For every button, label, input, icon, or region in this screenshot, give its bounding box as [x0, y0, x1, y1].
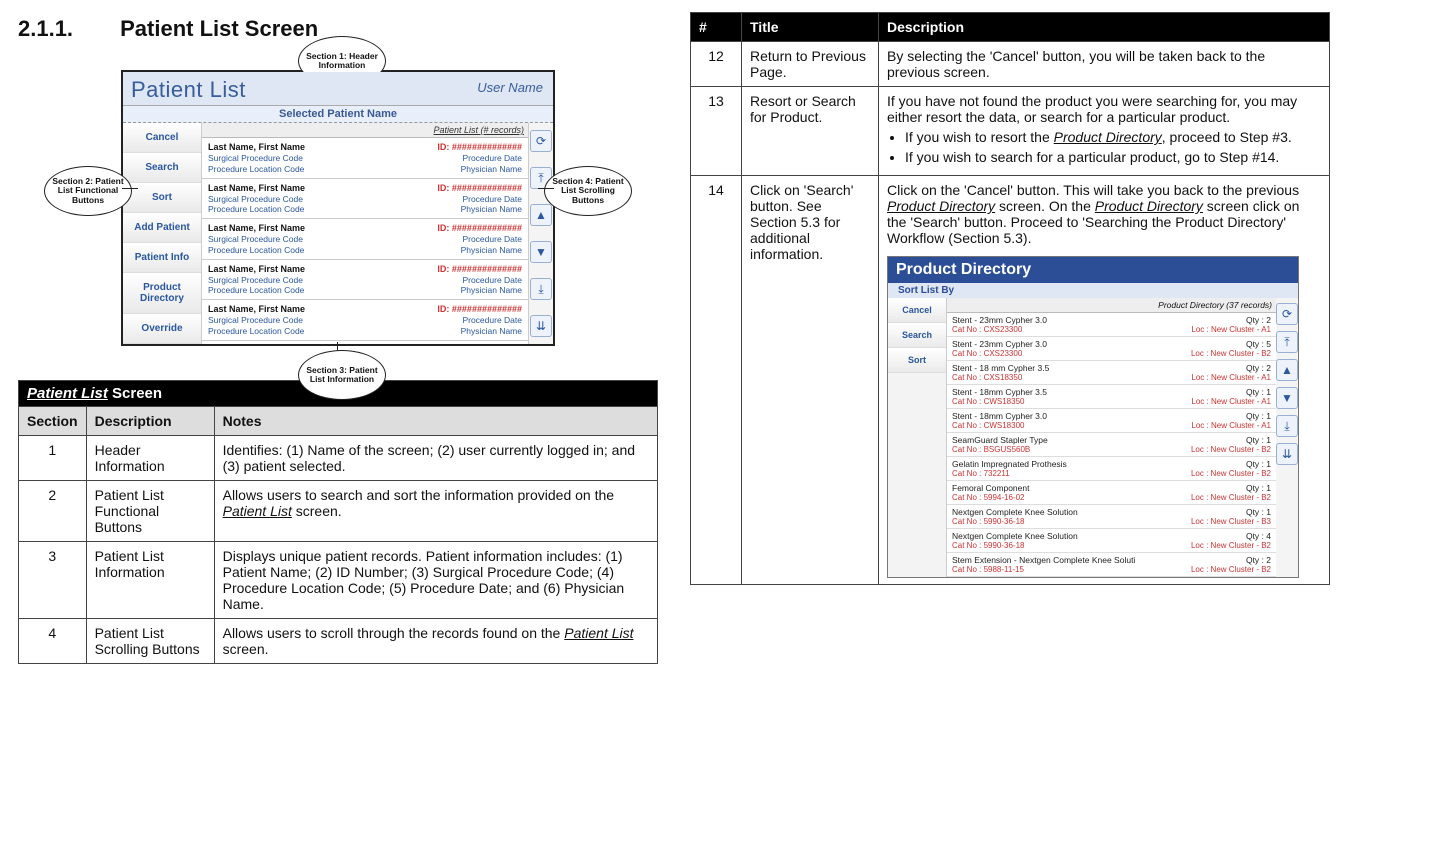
col-section: Section	[19, 407, 87, 436]
pd-scrollbar: ⟳ ⤒ ▲ ▼ ⤓ ⇊	[1276, 298, 1298, 577]
list-item[interactable]: Stent - 18mm Cypher 3.5Qty : 1Cat No : C…	[947, 385, 1276, 409]
scroll-top-icon[interactable]: ⤒	[1276, 331, 1298, 353]
mock-sidebar: Cancel Search Sort Add Patient Patient I…	[123, 123, 202, 344]
heading-number: 2.1.1.	[18, 16, 114, 42]
list-item[interactable]: Stent - 18 mm Cypher 3.5Qty : 2Cat No : …	[947, 361, 1276, 385]
scroll-refresh-icon[interactable]: ⟳	[530, 130, 552, 152]
scroll-up-icon[interactable]: ▲	[1276, 359, 1298, 381]
pd-btn-search[interactable]: Search	[888, 323, 946, 348]
list-item[interactable]: Nextgen Complete Knee SolutionQty : 1Cat…	[947, 505, 1276, 529]
heading-title: Patient List Screen	[120, 16, 318, 41]
callout-section3: Section 3: Patient List Information	[298, 350, 386, 400]
col-notes: Notes	[214, 407, 657, 436]
bullet: If you wish to resort the Product Direct…	[905, 129, 1321, 145]
mock-list-head: Patient List (# records)	[202, 123, 528, 138]
pd-sort: Sort List By	[888, 283, 1298, 298]
list-item[interactable]: SeamGuard Stapler TypeQty : 1Cat No : BS…	[947, 433, 1276, 457]
list-item[interactable]: Stent - 23mm Cypher 3.0Qty : 5Cat No : C…	[947, 337, 1276, 361]
table-row: 12 Return to Previous Page. By selecting…	[691, 42, 1330, 87]
scroll-refresh-icon[interactable]: ⟳	[1276, 303, 1298, 325]
patient-list-mock-wrap: Section 1: Header Information Section 2:…	[78, 70, 598, 346]
scroll-last-icon[interactable]: ⇊	[1276, 443, 1298, 465]
mock-btn-search[interactable]: Search	[123, 153, 201, 183]
list-item[interactable]: Last Name, First NameID: ############## …	[202, 300, 528, 341]
scroll-up-icon[interactable]: ▲	[530, 204, 552, 226]
mock-list: Patient List (# records) Last Name, Firs…	[202, 123, 529, 344]
list-item[interactable]: Stent - 18mm Cypher 3.0Qty : 1Cat No : C…	[947, 409, 1276, 433]
patient-list-sections-table: Patient List Screen Section Description …	[18, 380, 658, 664]
mock-btn-cancel[interactable]: Cancel	[123, 123, 201, 153]
mock-btn-info[interactable]: Patient Info	[123, 243, 201, 273]
list-item[interactable]: Last Name, First NameID: ############## …	[202, 179, 528, 220]
col-num: #	[691, 13, 742, 42]
workflow-steps-table: # Title Description 12 Return to Previou…	[690, 12, 1330, 585]
list-item[interactable]: Stem Extension - Nextgen Complete Knee S…	[947, 553, 1276, 577]
table-row: 14 Click on 'Search' button. See Section…	[691, 176, 1330, 585]
table-row: 13 Resort or Search for Product. If you …	[691, 87, 1330, 176]
mock-btn-override[interactable]: Override	[123, 314, 201, 344]
mock-btn-add[interactable]: Add Patient	[123, 213, 201, 243]
callout-section4: Section 4: Patient List Scrolling Button…	[544, 166, 632, 216]
scroll-last-icon[interactable]: ⇊	[530, 315, 552, 337]
pd-sidebar: Cancel Search Sort	[888, 298, 947, 577]
table-row: 4 Patient List Scrolling Buttons Allows …	[19, 619, 658, 664]
scroll-bottom-icon[interactable]: ⤓	[530, 278, 552, 300]
table-row: 2 Patient List Functional Buttons Allows…	[19, 481, 658, 542]
list-item[interactable]: Last Name, First NameID: ############## …	[202, 138, 528, 179]
scroll-bottom-icon[interactable]: ⤓	[1276, 415, 1298, 437]
mock-header: Patient List User Name	[123, 72, 553, 106]
list-item[interactable]: Last Name, First NameID: ############## …	[202, 219, 528, 260]
patient-list-mock: Patient List User Name Selected Patient …	[121, 70, 555, 346]
list-item[interactable]: Femoral ComponentQty : 1Cat No : 5994-16…	[947, 481, 1276, 505]
mock-user: User Name	[477, 80, 543, 95]
bullet: If you wish to search for a particular p…	[905, 149, 1321, 165]
table-row: 3 Patient List Information Displays uniq…	[19, 542, 658, 619]
pd-btn-cancel[interactable]: Cancel	[888, 298, 946, 323]
mock-scrollbar: ⟳ ⤒ ▲ ▼ ⤓ ⇊	[529, 123, 553, 344]
pd-title: Product Directory	[888, 257, 1298, 283]
col-desc: Description	[879, 13, 1330, 42]
callout-section2: Section 2: Patient List Functional Butto…	[44, 166, 132, 216]
table-row: 1 Header Information Identifies: (1) Nam…	[19, 436, 658, 481]
mock-selected-patient: Selected Patient Name	[123, 106, 553, 123]
mock-title: Patient List	[131, 77, 246, 102]
list-item[interactable]: Stent - 23mm Cypher 3.0Qty : 2Cat No : C…	[947, 313, 1276, 337]
mock-btn-directory[interactable]: Product Directory	[123, 273, 201, 314]
col-description: Description	[86, 407, 214, 436]
pd-list-head: Product Directory (37 records)	[947, 298, 1276, 313]
scroll-down-icon[interactable]: ▼	[530, 241, 552, 263]
col-title: Title	[742, 13, 879, 42]
product-directory-mock: Product Directory Sort List By Cancel Se…	[887, 256, 1299, 578]
list-item[interactable]: Last Name, First NameID: ############## …	[202, 260, 528, 301]
pd-btn-sort[interactable]: Sort	[888, 348, 946, 373]
scroll-down-icon[interactable]: ▼	[1276, 387, 1298, 409]
list-item[interactable]: Gelatin Impregnated ProthesisQty : 1Cat …	[947, 457, 1276, 481]
pd-list: Product Directory (37 records) Stent - 2…	[947, 298, 1276, 577]
list-item[interactable]: Nextgen Complete Knee SolutionQty : 4Cat…	[947, 529, 1276, 553]
